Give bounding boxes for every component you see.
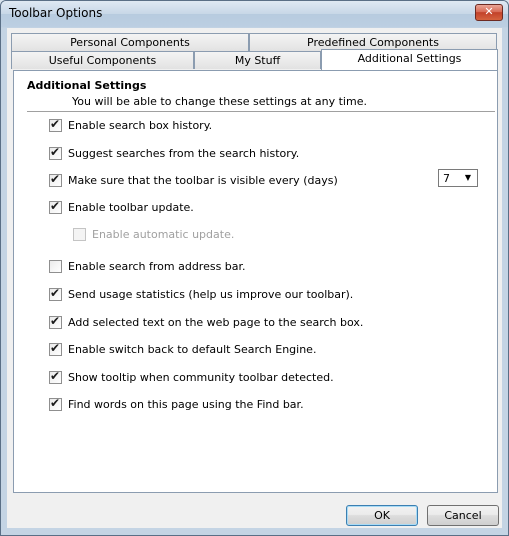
tab-label: Additional Settings <box>357 52 462 65</box>
title-bar[interactable]: Toolbar Options ✕ <box>1 1 508 27</box>
tab-personal-components[interactable]: Personal Components <box>11 33 249 51</box>
section-title: Additional Settings <box>27 79 147 92</box>
checkbox[interactable]: ✔ <box>49 171 62 187</box>
option-automatic-update: Enable automatic update. <box>73 226 234 242</box>
tab-label: Useful Components <box>48 54 157 67</box>
option-suggest-searches[interactable]: ✔ Suggest searches from the search histo… <box>49 145 299 161</box>
option-label: Enable search from address bar. <box>68 259 246 273</box>
separator <box>27 111 495 112</box>
option-label: Enable search box history. <box>68 118 213 132</box>
option-label: Enable automatic update. <box>92 227 235 241</box>
checkmark-icon: ✔ <box>50 340 61 355</box>
window-title: Toolbar Options <box>9 6 103 20</box>
checkmark-icon: ✔ <box>50 368 61 383</box>
additional-settings-panel: Additional Settings You will be able to … <box>13 70 498 493</box>
days-select[interactable]: 7 ▼ <box>438 169 478 187</box>
close-icon: ✕ <box>484 5 494 18</box>
option-label: Find words on this page using the Find b… <box>68 397 304 411</box>
option-usage-statistics[interactable]: ✔ Send usage statistics (help us improve… <box>49 286 353 302</box>
option-label: Add selected text on the web page to the… <box>68 315 364 329</box>
checkbox[interactable]: ✔ <box>49 395 62 411</box>
option-find-bar[interactable]: ✔ Find words on this page using the Find… <box>49 396 304 412</box>
option-selected-text[interactable]: ✔ Add selected text on the web page to t… <box>49 314 363 330</box>
checkbox[interactable]: ✔ <box>49 198 62 214</box>
cancel-button[interactable]: Cancel <box>427 505 499 526</box>
checkmark-icon: ✔ <box>50 313 61 328</box>
checkmark-icon: ✔ <box>50 198 61 213</box>
checkmark-icon: ✔ <box>50 171 61 186</box>
option-label: Send usage statistics (help us improve o… <box>68 287 354 301</box>
section-description: You will be able to change these setting… <box>72 95 367 108</box>
checkmark-icon: ✔ <box>50 144 61 159</box>
checkmark-icon: ✔ <box>50 395 61 410</box>
chevron-down-icon[interactable]: ▼ <box>461 172 475 184</box>
option-search-address-bar[interactable]: Enable search from address bar. <box>49 258 246 274</box>
checkbox[interactable]: ✔ <box>49 285 62 301</box>
days-select-value: 7 <box>443 172 450 185</box>
dialog-client-area: Personal Components Predefined Component… <box>7 28 502 528</box>
option-label: Enable toolbar update. <box>68 200 194 214</box>
ok-button[interactable]: OK <box>346 505 418 526</box>
checkbox[interactable]: ✔ <box>49 340 62 356</box>
tab-useful-components[interactable]: Useful Components <box>11 51 194 69</box>
option-label: Make sure that the toolbar is visible ev… <box>68 173 338 187</box>
option-toolbar-update[interactable]: ✔ Enable toolbar update. <box>49 199 194 215</box>
option-label: Show tooltip when community toolbar dete… <box>68 370 334 384</box>
tab-additional-settings[interactable]: Additional Settings <box>321 49 498 70</box>
option-label: Enable switch back to default Search Eng… <box>68 342 317 356</box>
close-button[interactable]: ✕ <box>475 4 503 21</box>
option-switch-back-search-engine[interactable]: ✔ Enable switch back to default Search E… <box>49 341 316 357</box>
checkmark-icon: ✔ <box>50 116 61 131</box>
tab-my-stuff[interactable]: My Stuff <box>194 51 321 69</box>
option-toolbar-visible[interactable]: ✔ Make sure that the toolbar is visible … <box>49 172 338 188</box>
option-label: Suggest searches from the search history… <box>68 146 300 160</box>
checkbox[interactable]: ✔ <box>49 144 62 160</box>
option-search-box-history[interactable]: ✔ Enable search box history. <box>49 117 212 133</box>
toolbar-options-dialog: Toolbar Options ✕ Personal Components Pr… <box>0 0 509 536</box>
checkbox <box>73 227 86 241</box>
tab-label: Personal Components <box>70 36 190 49</box>
checkbox[interactable]: ✔ <box>49 368 62 384</box>
checkmark-icon: ✔ <box>50 285 61 300</box>
tab-label: My Stuff <box>234 54 281 67</box>
checkbox[interactable]: ✔ <box>49 313 62 329</box>
checkbox[interactable]: ✔ <box>49 116 62 132</box>
tab-label: Predefined Components <box>307 36 439 49</box>
option-show-tooltip[interactable]: ✔ Show tooltip when community toolbar de… <box>49 369 334 385</box>
checkbox[interactable] <box>49 259 62 273</box>
